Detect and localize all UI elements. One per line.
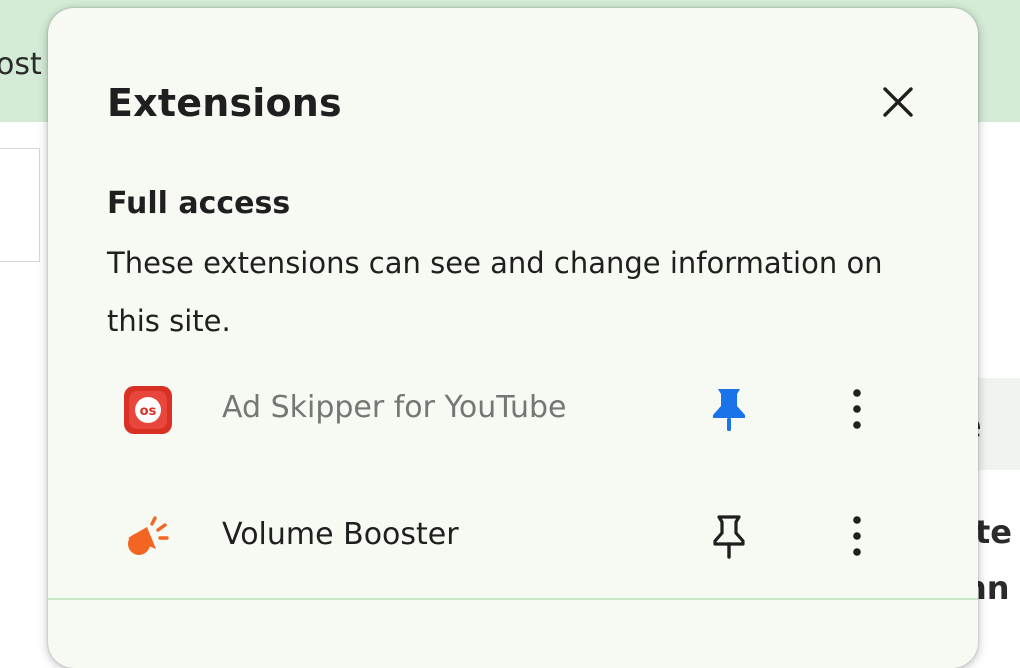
- ad-skipper-icon-text: os: [140, 404, 157, 419]
- extension-name: Ad Skipper for YouTube: [222, 390, 567, 425]
- popup-title: Extensions: [107, 81, 342, 125]
- close-button[interactable]: [870, 74, 926, 130]
- extensions-popup: Extensions Full access These extensions …: [48, 8, 978, 668]
- popup-divider: [48, 598, 978, 600]
- pin-button[interactable]: [702, 382, 756, 436]
- extension-row-volume-booster[interactable]: Volume Booster: [48, 485, 978, 585]
- ad-skipper-icon: os: [124, 386, 172, 434]
- volume-booster-icon: [128, 516, 169, 555]
- pin-outline-icon: [713, 515, 745, 559]
- pin-filled-icon: [713, 389, 745, 431]
- extension-row-ad-skipper[interactable]: os Ad Skipper for YouTube: [48, 358, 978, 458]
- pin-button[interactable]: [702, 509, 756, 563]
- page-header-text: ost: [0, 47, 42, 82]
- more-vert-icon: [853, 516, 861, 556]
- page-side-panel: [0, 148, 40, 262]
- close-icon: [883, 87, 913, 117]
- more-options-button[interactable]: [830, 382, 884, 436]
- extension-name: Volume Booster: [222, 517, 459, 552]
- more-vert-icon: [853, 389, 861, 429]
- section-title: Full access: [107, 186, 291, 221]
- section-description: These extensions can see and change info…: [107, 246, 883, 338]
- more-options-button[interactable]: [830, 509, 884, 563]
